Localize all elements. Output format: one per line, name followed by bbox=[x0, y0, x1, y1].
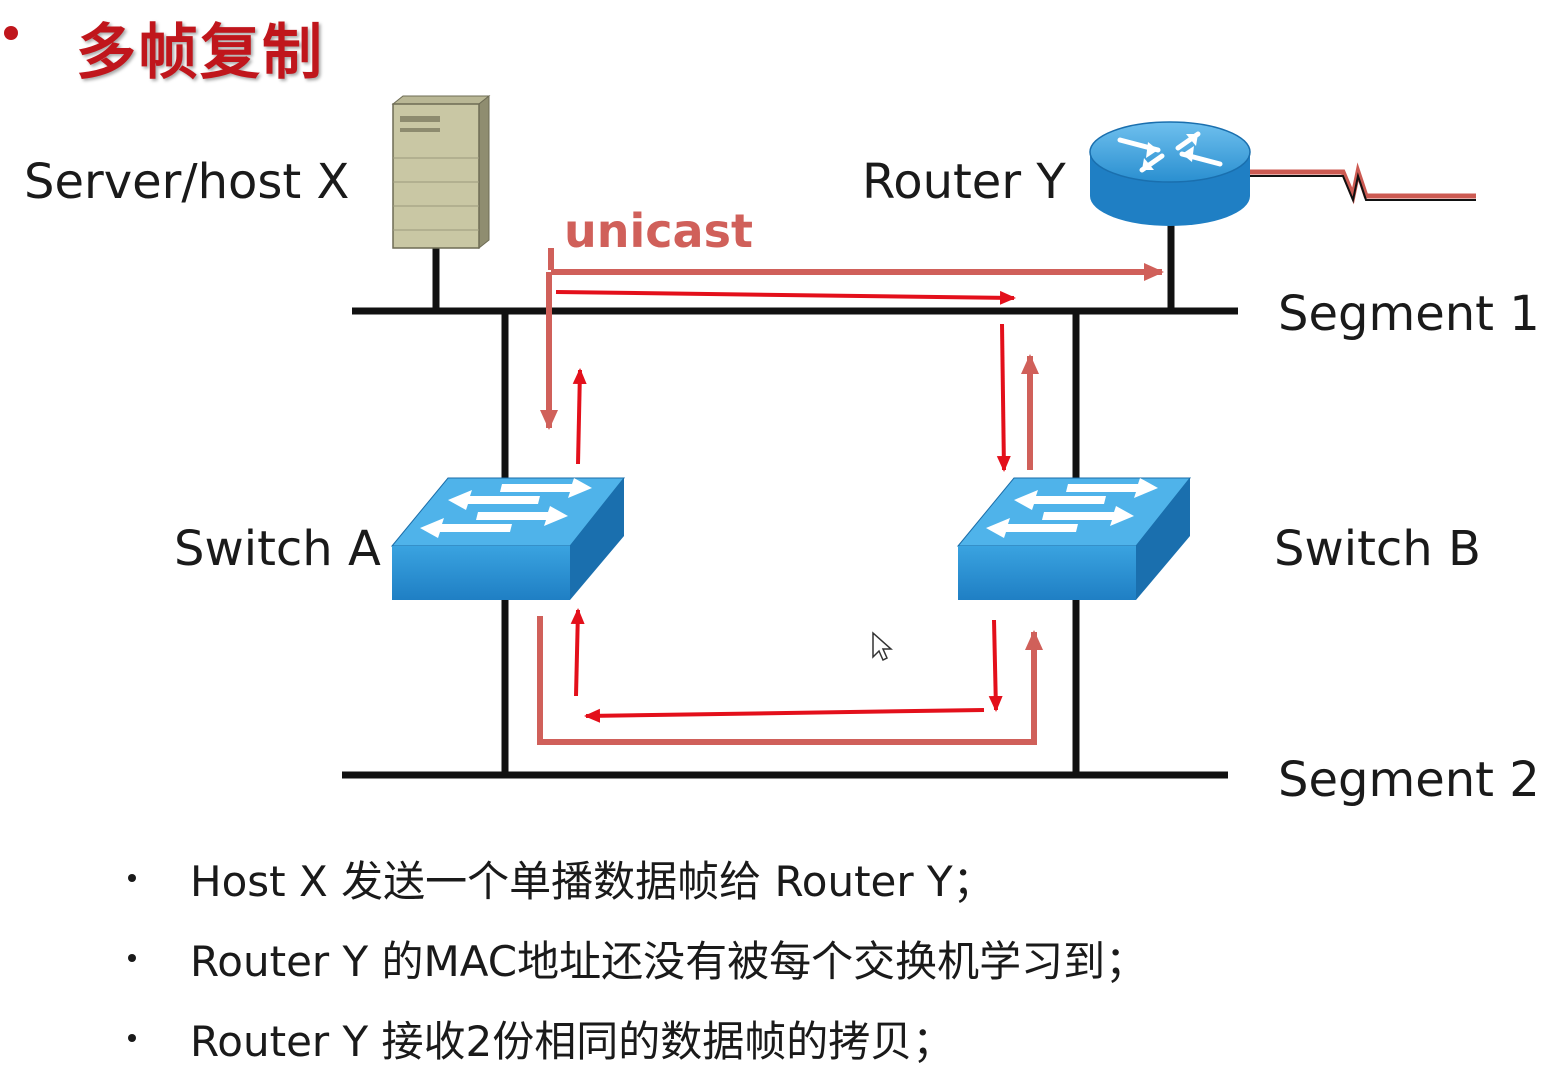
slide: 多帧复制 Server/host X Router Y unicast Segm… bbox=[0, 0, 1566, 1076]
copy-down-to-switch-b-arrow bbox=[996, 323, 1011, 472]
segment-1-label: Segment 1 bbox=[1278, 286, 1540, 342]
router-label: Router Y bbox=[862, 154, 1066, 210]
server-label: Server/host X bbox=[24, 154, 350, 210]
serial-line bbox=[1250, 162, 1476, 205]
copy-up-to-switch-a-arrow bbox=[570, 608, 585, 697]
bullet-dot bbox=[128, 874, 136, 882]
bullet-dot bbox=[128, 954, 136, 962]
copy-segment1-arrow bbox=[555, 290, 1016, 305]
bullet-text: Host X 发送一个单播数据帧给 Router Y； bbox=[190, 857, 995, 906]
switch-b-label: Switch B bbox=[1274, 521, 1481, 577]
bullet-dot bbox=[128, 1034, 136, 1042]
mouse-cursor-icon bbox=[872, 631, 893, 662]
copy-up-from-switch-a-arrow bbox=[572, 368, 587, 465]
segment-2-label: Segment 2 bbox=[1278, 752, 1540, 808]
frame-copy-arrows bbox=[555, 290, 1016, 723]
switch-a-icon bbox=[390, 477, 626, 600]
switch-b-icon bbox=[956, 477, 1192, 600]
bullet-text: Router Y 的MAC地址还没有被每个交换机学习到； bbox=[190, 937, 1148, 986]
unicast-label: unicast bbox=[564, 204, 753, 258]
copy-down-from-switch-b-arrow bbox=[988, 619, 1003, 712]
bullet-text: Router Y 接收2份相同的数据帧的拷贝； bbox=[190, 1017, 955, 1066]
copy-segment2-arrow bbox=[584, 708, 985, 723]
server-icon bbox=[391, 94, 491, 250]
router-icon bbox=[1089, 121, 1251, 226]
switch-a-to-switch-b-path bbox=[537, 616, 1043, 745]
switch-a-label: Switch A bbox=[174, 521, 381, 577]
